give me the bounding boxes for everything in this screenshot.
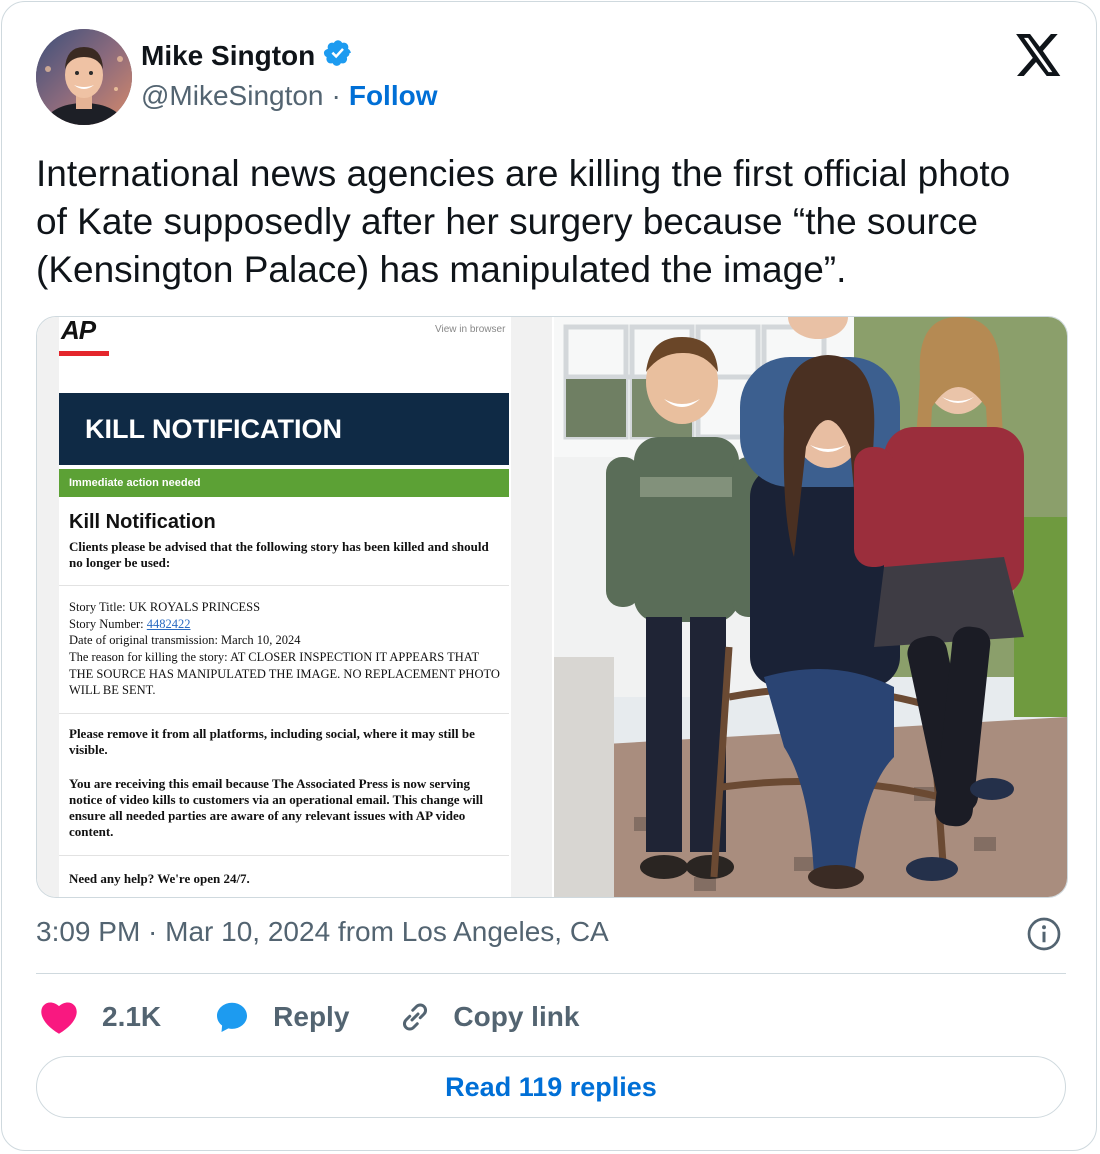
divider — [59, 585, 509, 586]
author-name[interactable]: Mike Sington — [141, 40, 315, 72]
action-bar: 2.1K Reply Copy link — [36, 996, 579, 1038]
divider — [59, 855, 509, 856]
help-line: Need any help? We're open 24/7. — [69, 871, 250, 886]
email-body: AP View in browser KILL NOTIFICATION Imm… — [59, 317, 511, 897]
info-icon[interactable] — [1026, 916, 1062, 957]
transmission-date: Date of original transmission: March 10,… — [69, 633, 301, 647]
email-heading: Kill Notification — [69, 511, 216, 533]
reply-button[interactable]: Reply — [213, 999, 349, 1035]
author-name-row[interactable]: Mike Sington — [141, 38, 353, 73]
ap-logo-underline — [59, 351, 109, 356]
ap-logo: AP — [61, 316, 96, 345]
avatar-image — [36, 29, 132, 125]
tweet-media[interactable]: AP View in browser KILL NOTIFICATION Imm… — [36, 316, 1068, 898]
reply-label: Reply — [273, 1001, 350, 1032]
reply-bubble-icon — [217, 1002, 248, 1032]
like-button[interactable]: 2.1K — [40, 999, 161, 1035]
family-photo-image — [554, 317, 1067, 897]
story-number-link: 4482422 — [146, 617, 191, 631]
tweet-timestamp[interactable]: 3:09 PM · Mar 10, 2024 from Los Angeles,… — [36, 916, 609, 948]
read-replies-button[interactable]: Read 119 replies — [36, 1056, 1066, 1118]
family-photo — [554, 317, 1067, 897]
heart-icon — [41, 1002, 77, 1034]
link-icon — [403, 1003, 428, 1031]
follow-button[interactable]: Follow — [349, 80, 438, 112]
kill-reason: The reason for killing the story: AT CLO… — [69, 650, 500, 697]
immediate-action-bar: Immediate action needed — [59, 469, 509, 497]
email-intro: Clients please be advised that the follo… — [69, 539, 489, 570]
copy-link-label: Copy link — [453, 1001, 580, 1032]
story-number-line: Story Number: 4482422 — [69, 616, 501, 633]
actions-divider — [36, 973, 1066, 974]
x-logo-icon[interactable] — [1016, 34, 1062, 81]
divider — [59, 713, 509, 714]
copy-link-button[interactable]: Copy link — [397, 999, 579, 1035]
tweet-card: Mike Sington @MikeSington · Follow Inter… — [1, 1, 1097, 1151]
handle-row: @MikeSington · Follow — [141, 80, 438, 112]
separator-dot: · — [331, 80, 341, 111]
ap-email-screenshot: AP View in browser KILL NOTIFICATION Imm… — [37, 317, 552, 897]
author-handle[interactable]: @MikeSington — [141, 80, 324, 112]
view-in-browser-link: View in browser — [435, 324, 506, 335]
email-notice: You are receiving this email because The… — [69, 776, 483, 839]
kill-notification-banner: KILL NOTIFICATION — [59, 393, 509, 465]
tweet-text: International news agencies are killing … — [36, 153, 1011, 290]
verified-badge-icon — [323, 38, 353, 73]
story-title: Story Title: UK ROYALS PRINCESS — [69, 600, 261, 614]
like-count: 2.1K — [102, 1001, 162, 1032]
avatar[interactable] — [36, 29, 132, 125]
story-number-label: Story Number: — [69, 617, 147, 631]
remove-notice: Please remove it from all platforms, inc… — [69, 726, 475, 757]
